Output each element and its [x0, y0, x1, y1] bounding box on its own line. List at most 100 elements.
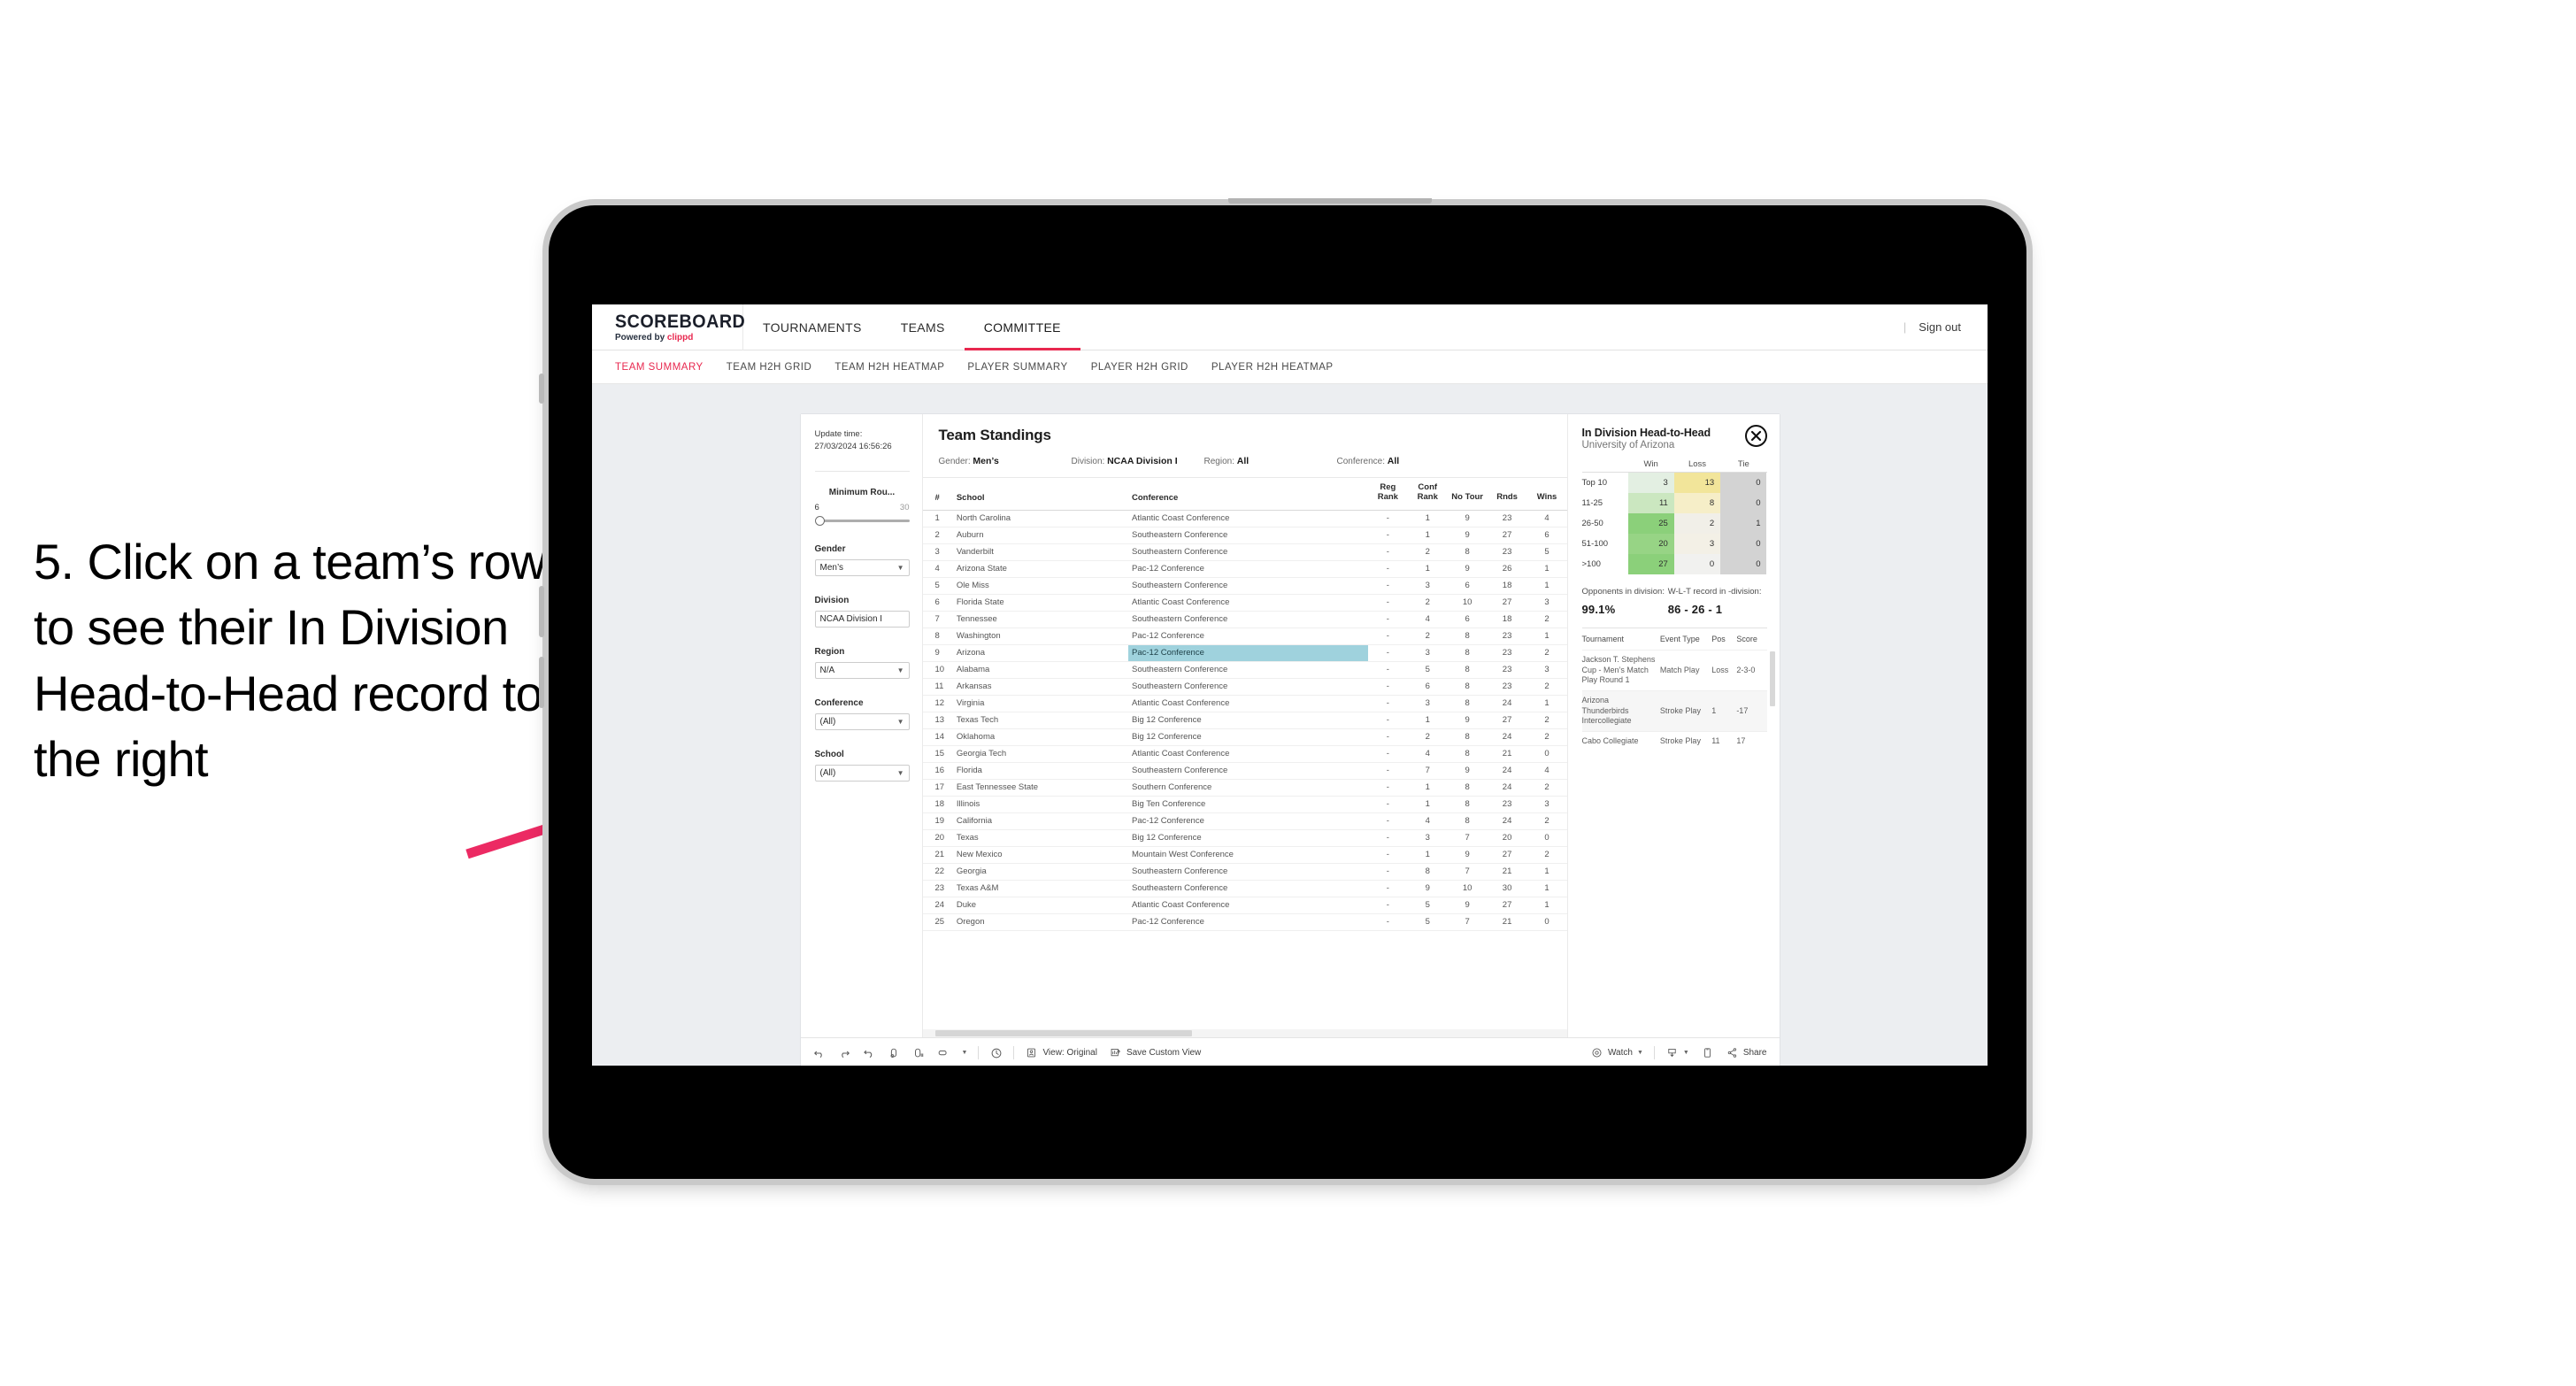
table-row[interactable]: 24 Duke Atlantic Coast Conference -5 9 27 1 [922, 897, 1567, 914]
table-row[interactable]: 4 Arizona State Pac-12 Conference -1 9 26 1 [922, 560, 1567, 578]
undo-icon[interactable] [813, 1046, 827, 1059]
table-row[interactable]: 21 New Mexico Mountain West Conference -1 9 2… [922, 846, 1567, 864]
col-rnds[interactable]: Rnds [1487, 478, 1527, 511]
table-row[interactable]: 25 Oregon Pac-12 Conference -5 7 21 0 [922, 913, 1567, 931]
watch-button[interactable]: Watch ▼ [1590, 1046, 1643, 1059]
revert-icon[interactable] [863, 1046, 876, 1059]
school-select[interactable]: (All) ▼ [814, 764, 910, 782]
close-circle-icon[interactable] [1744, 425, 1767, 447]
instruction-annotation: 5. Click on a team’s row to see their In… [34, 534, 547, 788]
table-row[interactable]: 20 Texas Big 12 Conference -3 7 20 0 [922, 829, 1567, 847]
tournament-row: Cabo Collegiate Stroke Play 11 17 [1581, 731, 1767, 751]
table-row[interactable]: 7 Tennessee Southeastern Conference -4 6 18 2 [922, 611, 1567, 628]
table-row[interactable]: 2 Auburn Southeastern Conference -1 9 27 6 [922, 527, 1567, 544]
table-row[interactable]: 18 Illinois Big Ten Conference -1 8 23 3 [922, 796, 1567, 813]
region-select[interactable]: N/A ▼ [814, 661, 910, 679]
cell-rnds: 21 [1487, 745, 1527, 763]
tab-player-h2h-grid[interactable]: PLAYER H2H GRID [1091, 362, 1188, 373]
cell-rank: 9 [922, 644, 953, 662]
table-row[interactable]: 13 Texas Tech Big 12 Conference -1 9 27 2 [922, 712, 1567, 729]
table-row[interactable]: 10 Alabama Southeastern Conference -5 8 23 3 [922, 661, 1567, 679]
tournament-scrollbar[interactable] [1769, 651, 1775, 706]
gender-select[interactable]: Men’s ▼ [814, 558, 910, 576]
table-row[interactable]: 14 Oklahoma Big 12 Conference -2 8 24 2 [922, 728, 1567, 746]
tab-team-h2h-heatmap[interactable]: TEAM H2H HEATMAP [834, 362, 944, 373]
table-row[interactable]: 5 Ole Miss Southeastern Conference -3 6 18 1 [922, 577, 1567, 595]
cell-rank: 25 [922, 913, 953, 931]
table-row[interactable]: 8 Washington Pac-12 Conference -2 8 23 1 [922, 628, 1567, 645]
sign-out-link[interactable]: Sign out [1919, 320, 1961, 334]
min-rounds-slider[interactable] [814, 515, 910, 526]
page-root: 5. Click on a team’s row to see their In… [0, 0, 2576, 1386]
tab-player-h2h-heatmap[interactable]: PLAYER H2H HEATMAP [1211, 362, 1334, 373]
table-row[interactable]: 3 Vanderbilt Southeastern Conference -2 8 23 5 [922, 543, 1567, 561]
redo-icon[interactable] [838, 1046, 851, 1059]
rectangle-select-icon[interactable] [937, 1046, 950, 1059]
view-original-button[interactable]: View: Original [1025, 1046, 1097, 1059]
cell-conf-rank: 3 [1407, 829, 1448, 847]
slider-handle[interactable] [814, 515, 825, 526]
pause-updates-icon[interactable] [912, 1046, 926, 1059]
col-reg-rank[interactable]: Reg Rank [1367, 478, 1408, 511]
col-conference[interactable]: Conference [1128, 478, 1368, 511]
heatmap-cell-win: 20 [1627, 534, 1674, 554]
device-preview-icon[interactable] [1701, 1046, 1714, 1059]
table-row[interactable]: 16 Florida Southeastern Conference -7 9 24 4 [922, 762, 1567, 780]
cell-conference: Southeastern Conference [1128, 611, 1368, 628]
h2h-stats: Opponents in division: 99.1% W-L-T recor… [1582, 587, 1767, 616]
table-row[interactable]: 11 Arkansas Southeastern Conference -6 8 23 2 [922, 678, 1567, 696]
toolbar-view-group: View: Original Save Custom View [1025, 1046, 1201, 1059]
save-custom-view-button[interactable]: Save Custom View [1109, 1046, 1201, 1059]
scrollbar-thumb[interactable] [934, 1030, 1192, 1036]
col-rank[interactable]: # [922, 478, 953, 511]
col-school[interactable]: School [952, 478, 1129, 511]
share-button[interactable]: Share [1726, 1046, 1767, 1059]
division-select[interactable]: NCAA Division I [814, 610, 910, 628]
standings-scroll-body[interactable]: # School Conference Reg Rank Conf Rank N… [922, 478, 1567, 1029]
tab-team-h2h-grid[interactable]: TEAM H2H GRID [727, 362, 812, 373]
chevron-down-icon[interactable]: ▼ [962, 1050, 968, 1056]
cell-wins: 5 [1526, 543, 1567, 561]
table-row[interactable]: 15 Georgia Tech Atlantic Coast Conference -… [922, 745, 1567, 763]
nav-teams[interactable]: TEAMS [881, 304, 965, 350]
col-no-tour[interactable]: No Tour [1447, 478, 1488, 511]
cell-conference: Big Ten Conference [1128, 796, 1368, 813]
standings-thead: # School Conference Reg Rank Conf Rank N… [922, 478, 1567, 511]
cell-reg-rank: - [1367, 510, 1408, 527]
nav-committee[interactable]: COMMITTEE [964, 304, 1081, 350]
conference-select[interactable]: (All) ▼ [814, 712, 910, 730]
table-row[interactable]: 12 Virginia Atlantic Coast Conference -3 8 24… [922, 695, 1567, 712]
table-row[interactable]: 22 Georgia Southeastern Conference -8 7 21 1 [922, 863, 1567, 881]
meta-division-value: NCAA Division I [1107, 456, 1178, 466]
cell-conf-rank: 1 [1407, 712, 1448, 729]
tab-team-summary[interactable]: TEAM SUMMARY [615, 362, 704, 373]
table-row[interactable]: 6 Florida State Atlantic Coast Conference -… [922, 594, 1567, 612]
download-button[interactable]: ▼ [1665, 1046, 1689, 1059]
cell-no-tour: 9 [1447, 527, 1488, 544]
cell-reg-rank: - [1367, 611, 1408, 628]
cell-score: -17 [1736, 690, 1767, 732]
horizontal-scrollbar[interactable] [922, 1029, 1567, 1037]
table-row[interactable]: 19 California Pac-12 Conference -4 8 24 2 [922, 812, 1567, 830]
table-row[interactable]: 23 Texas A&M Southeastern Conference -9 10 30… [922, 880, 1567, 897]
table-row[interactable]: 9 Arizona Pac-12 Conference -3 8 23 2 [922, 644, 1567, 662]
cell-conference: Pac-12 Conference [1128, 812, 1368, 830]
nav-tournaments[interactable]: TOURNAMENTS [743, 304, 881, 350]
tab-player-summary[interactable]: PLAYER SUMMARY [967, 362, 1067, 373]
col-conf-rank[interactable]: Conf Rank [1407, 478, 1448, 511]
cell-pos: Loss [1711, 649, 1737, 691]
refresh-data-icon[interactable] [888, 1046, 901, 1059]
table-row[interactable]: 1 North Carolina Atlantic Coast Conference… [922, 510, 1567, 527]
close-icon [1750, 430, 1761, 442]
tournament-table: Tournament Event Type Pos Score Jackson … [1581, 628, 1767, 751]
col-wins[interactable]: Wins [1526, 478, 1567, 511]
cell-reg-rank: - [1367, 661, 1408, 679]
standings-panel: Team Standings Gender: Men’s Division: N… [922, 414, 1567, 1037]
heatmap-cell-win: 25 [1627, 513, 1674, 534]
cell-wins: 1 [1526, 560, 1567, 578]
heatmap-col-loss: Loss [1688, 459, 1707, 469]
cell-rnds: 23 [1487, 543, 1527, 561]
table-row[interactable]: 17 East Tennessee State Southern Conferenc… [922, 779, 1567, 797]
meta-gender-value: Men’s [973, 456, 999, 466]
history-icon[interactable] [989, 1046, 1003, 1059]
